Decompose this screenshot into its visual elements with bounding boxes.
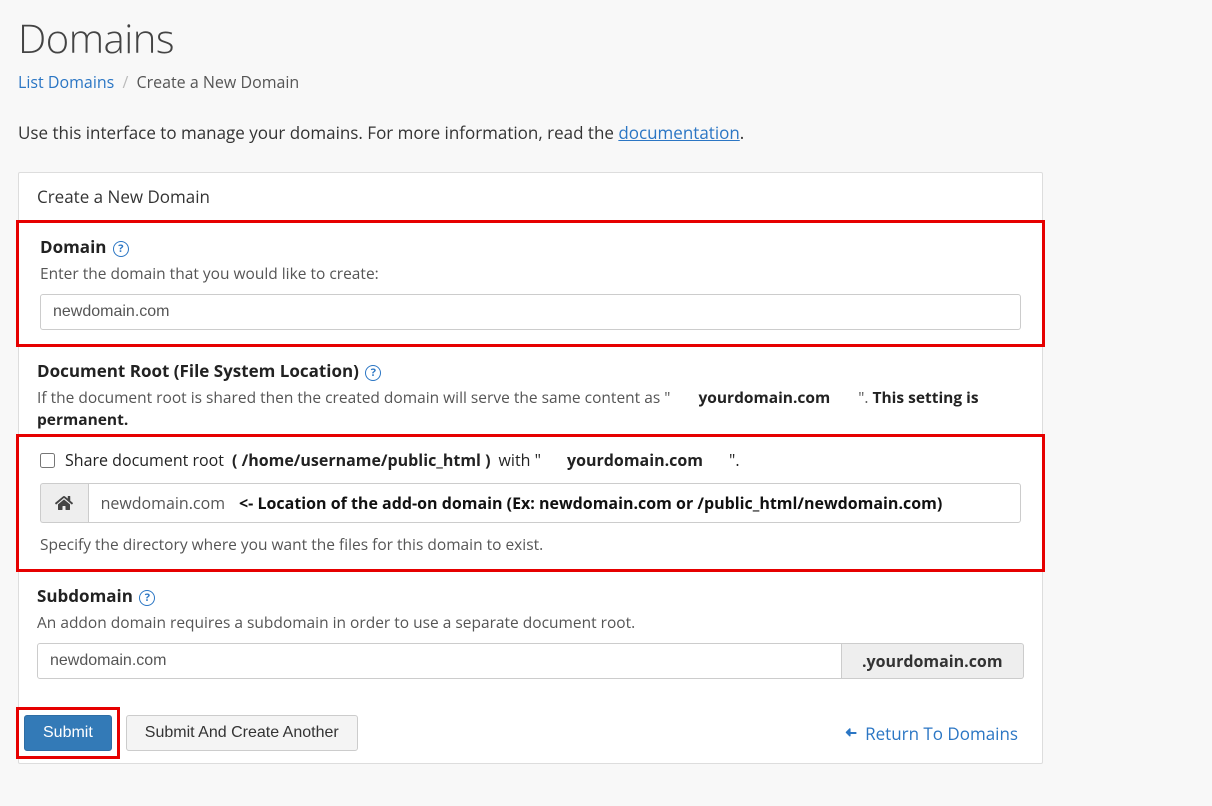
docroot-input-group: newdomain.com <- Location of the add-on …	[40, 483, 1021, 523]
domain-help-text: Enter the domain that you would like to …	[40, 262, 1021, 284]
docroot-help-before: If the document root is shared then the …	[37, 386, 670, 408]
subdomain-label: Subdomain	[37, 584, 133, 607]
intro-suffix: .	[740, 121, 744, 144]
breadcrumb-separator: /	[122, 71, 128, 93]
docroot-label: Document Root (File System Location)	[37, 359, 359, 382]
share-label-1: Share document root	[65, 449, 224, 471]
share-label-2: with "	[499, 449, 541, 471]
breadcrumb-list-domains[interactable]: List Domains	[18, 71, 114, 93]
footer-row: Submit Submit And Create Another Return …	[16, 693, 1042, 763]
share-docroot-checkbox[interactable]	[40, 453, 55, 468]
docroot-section-top: Document Root (File System Location) ? I…	[19, 347, 1042, 434]
subdomain-section: Subdomain ? An addon domain requires a s…	[19, 572, 1042, 693]
share-domain: yourdomain.com	[549, 449, 721, 471]
help-icon[interactable]: ?	[139, 590, 155, 606]
help-icon[interactable]: ?	[365, 365, 381, 381]
docroot-specify-text: Specify the directory where you want the…	[40, 533, 1021, 555]
docroot-section-main: Share document root ( /home/username/pub…	[16, 434, 1045, 572]
intro-text: Use this interface to manage your domain…	[18, 121, 1194, 144]
domain-section: Domain ? Enter the domain that you would…	[16, 220, 1045, 347]
docroot-path-input[interactable]: newdomain.com <- Location of the add-on …	[88, 483, 1021, 523]
panel-heading: Create a New Domain	[19, 173, 1042, 220]
share-label-3: ".	[729, 449, 740, 471]
return-label: Return To Domains	[865, 722, 1018, 745]
intro-prefix: Use this interface to manage your domain…	[18, 121, 618, 144]
domain-input[interactable]	[40, 294, 1021, 330]
subdomain-input[interactable]	[37, 643, 842, 679]
subdomain-help: An addon domain requires a subdomain in …	[37, 611, 1024, 633]
help-icon[interactable]: ?	[113, 241, 129, 257]
breadcrumb: List Domains / Create a New Domain	[18, 71, 1194, 93]
return-to-domains-link[interactable]: Return To Domains	[843, 722, 1018, 745]
docroot-path-hint: <- Location of the add-on domain (Ex: ne…	[239, 492, 942, 514]
share-path: ( /home/username/public_html )	[232, 449, 491, 471]
return-icon	[843, 725, 859, 741]
breadcrumb-current: Create a New Domain	[136, 71, 299, 93]
submit-another-button[interactable]: Submit And Create Another	[126, 715, 358, 751]
domain-label: Domain	[40, 235, 106, 258]
docroot-path-value: newdomain.com	[101, 492, 225, 514]
home-icon	[40, 483, 88, 523]
docroot-help-after: ".	[858, 386, 872, 408]
subdomain-suffix: .yourdomain.com	[842, 643, 1024, 679]
page-title: Domains	[18, 10, 1194, 65]
docroot-shared-domain: yourdomain.com	[674, 386, 854, 408]
create-domain-panel: Create a New Domain Domain ? Enter the d…	[18, 172, 1043, 764]
submit-button[interactable]: Submit	[24, 715, 112, 751]
documentation-link[interactable]: documentation	[618, 121, 739, 144]
